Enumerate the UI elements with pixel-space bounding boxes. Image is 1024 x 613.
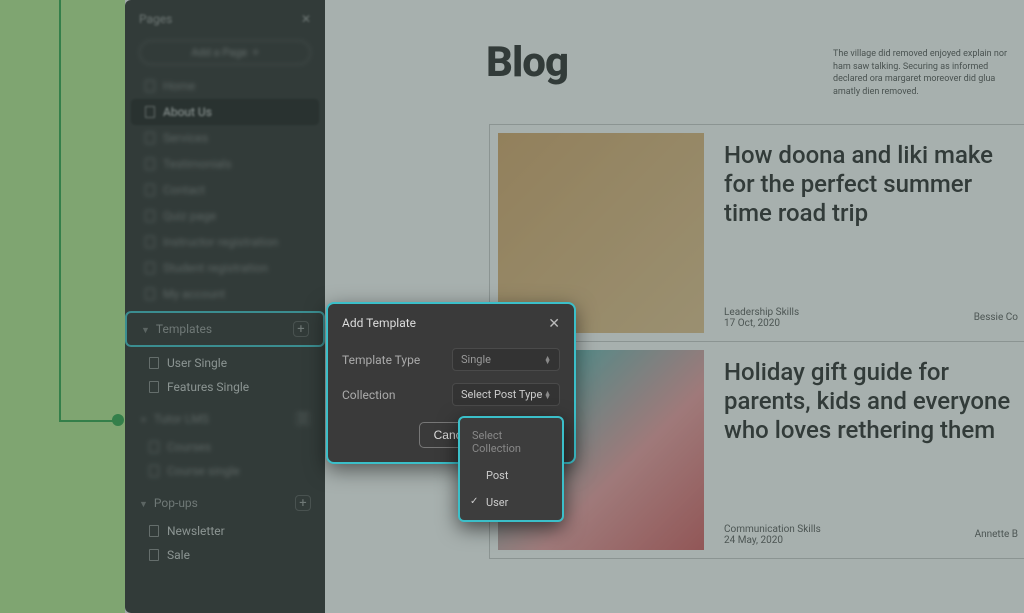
template-item-features-single[interactable]: Features Single [125,375,325,399]
sidebar-page-item[interactable]: My account [125,281,325,307]
sidebar-page-item[interactable]: Quiz page [125,203,325,229]
page-icon [149,549,159,561]
sidebar-page-item[interactable]: Home [125,73,325,99]
sidebar-title: Pages [139,12,172,26]
post-category: Communication Skills [724,524,1012,535]
add-page-button[interactable]: Add a Page + [139,40,311,65]
page-icon [145,106,155,118]
page-icon [149,465,159,477]
page-icon [145,80,155,92]
connector-line-horizontal [59,420,119,422]
close-panel-icon[interactable]: ✕ [301,12,311,26]
page-icon [145,210,155,222]
sidebar-page-item[interactable]: Testimonials [125,151,325,177]
connector-dot [112,414,124,426]
page-icon [145,288,155,300]
post-date: 17 Oct, 2020 [724,318,1012,329]
post-title: How doona and liki make for the perfect … [724,141,1012,227]
pages-sidebar: Pages ✕ Add a Page + HomeAbout UsService… [125,0,325,613]
post-title: Holiday gift guide for parents, kids and… [724,358,1012,444]
templates-section-header[interactable]: ▼Templates + [125,311,325,347]
popups-section-header[interactable]: ▼Pop-ups + [125,487,325,519]
page-icon [145,158,155,170]
page-icon [145,184,155,196]
tutor-item-courses[interactable]: Courses [125,435,325,459]
sidebar-page-item[interactable]: Contact [125,177,325,203]
page-icon [149,381,159,393]
post-author: Bessie Co [974,312,1018,323]
select-chevron-icon: ▲▼ [544,356,551,364]
tutor-item-course-single[interactable]: Course single [125,459,325,483]
add-template-icon[interactable]: + [293,321,309,337]
page-icon [145,132,155,144]
collection-dropdown: Select Collection Post User [458,416,564,522]
chevron-down-icon: ▼ [141,326,150,336]
modal-title: Add Template [342,316,416,332]
collection-label: Collection [342,388,395,402]
post-author: Annette B [975,529,1018,540]
page-icon [149,357,159,369]
collection-select[interactable]: Select Post Type ▲▼ [452,383,560,406]
template-item-user-single[interactable]: User Single [125,351,325,375]
template-type-select[interactable]: Single ▲▼ [452,348,560,371]
page-icon [145,236,155,248]
page-icon [145,262,155,274]
chevron-down-icon: ▼ [139,500,148,510]
sidebar-page-item[interactable]: About Us [131,99,319,125]
blog-heading: Blog [486,38,568,87]
page-icon [149,525,159,537]
blog-description: The village did removed enjoyed explain … [833,48,1023,98]
popup-item-sale[interactable]: Sale [125,543,325,567]
decorative-green-panel [0,0,125,613]
sidebar-page-item[interactable]: Student registration [125,255,325,281]
tutor-section-header[interactable]: ▼Tutor LMS ☰ [125,403,325,435]
template-type-label: Template Type [342,353,420,367]
close-icon[interactable]: ✕ [548,316,560,332]
dropdown-header: Select Collection [460,422,562,462]
post-category: Leadership Skills [724,307,1012,318]
chevron-down-icon: ▼ [139,416,148,426]
dropdown-option-post[interactable]: Post [460,462,562,489]
page-icon [149,441,159,453]
connector-line-vertical [59,0,61,420]
select-chevron-icon: ▲▼ [544,391,551,399]
add-tutor-icon[interactable]: ☰ [295,411,311,427]
add-popup-icon[interactable]: + [295,495,311,511]
popup-item-newsletter[interactable]: Newsletter [125,519,325,543]
sidebar-page-item[interactable]: Instructor registration [125,229,325,255]
dropdown-option-user[interactable]: User [460,489,562,516]
sidebar-page-item[interactable]: Services [125,125,325,151]
post-date: 24 May, 2020 [724,535,1012,546]
